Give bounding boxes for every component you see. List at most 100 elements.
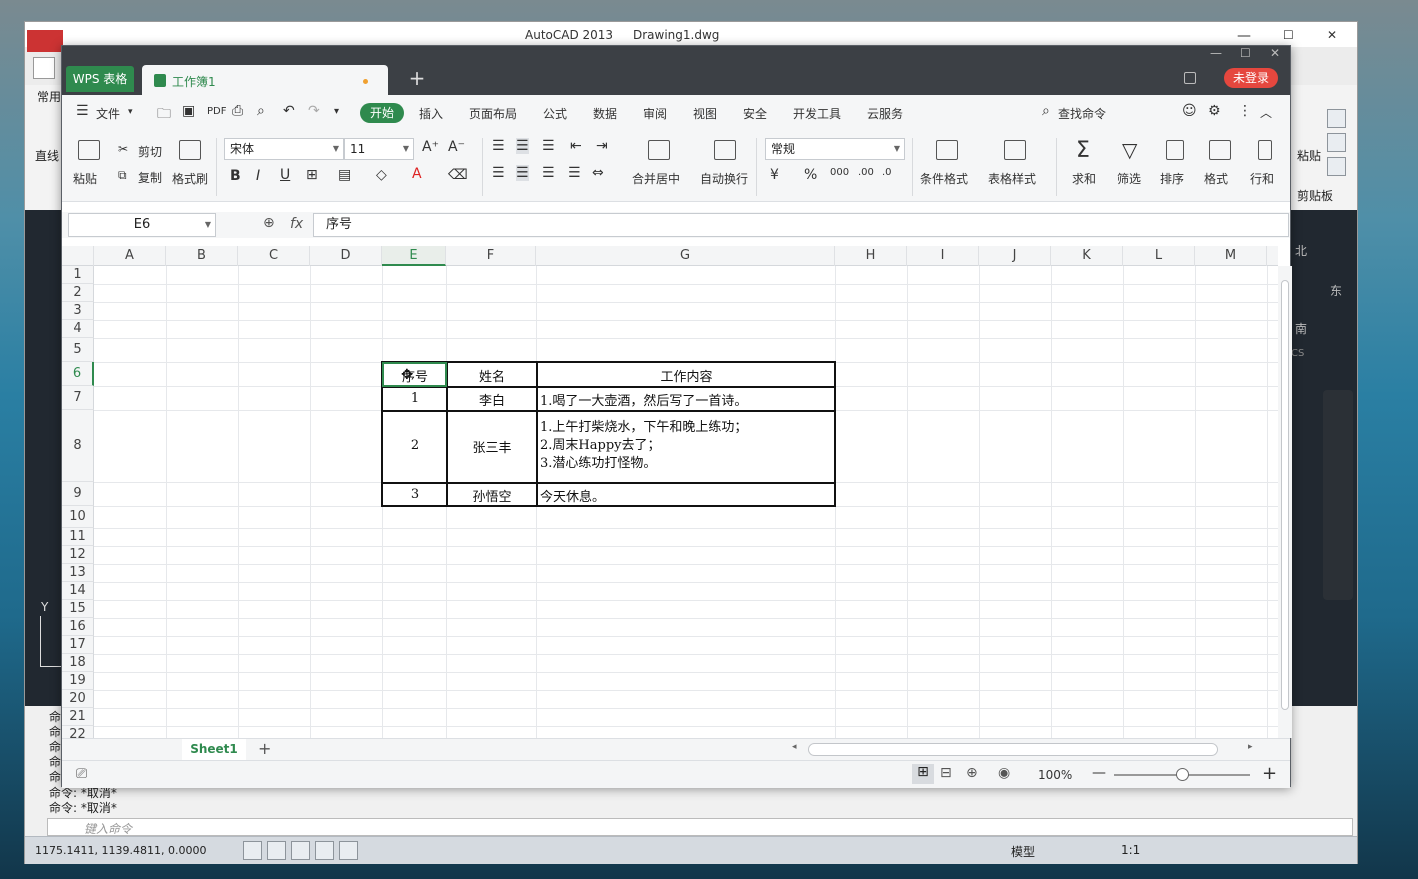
format-icon[interactable] — [1209, 140, 1231, 160]
page-break-view-icon[interactable]: ⊟ — [940, 765, 952, 781]
sum-icon[interactable]: Σ — [1076, 138, 1090, 163]
conditional-format-icon[interactable] — [936, 140, 958, 160]
zoom-level[interactable]: 100% — [1038, 768, 1072, 782]
paste-button[interactable]: 粘贴 — [73, 170, 97, 187]
menu-tab-home[interactable]: 开始 — [360, 103, 404, 123]
reading-layout-icon[interactable]: ⊕ — [966, 765, 978, 781]
menu-tab-view[interactable]: 视图 — [693, 105, 717, 122]
column-header[interactable]: L — [1123, 246, 1195, 266]
spreadsheet-grid[interactable]: A B C D E F G H I J K L M 1 2 3 4 5 6 7 … — [62, 246, 1278, 738]
increase-decimal-icon[interactable]: .00 — [858, 167, 874, 178]
sort-button[interactable]: 排序 — [1160, 170, 1184, 187]
fill-color-icon[interactable]: ◇ — [376, 167, 387, 183]
open-folder-icon[interactable]: 🗀 — [157, 103, 171, 127]
new-tab-button[interactable]: + — [406, 68, 428, 90]
column-header[interactable]: A — [94, 246, 166, 266]
undo-icon[interactable]: ↶ — [283, 103, 295, 119]
column-header[interactable]: H — [835, 246, 907, 266]
sum-button[interactable]: 求和 — [1072, 170, 1096, 187]
menu-tab-review[interactable]: 审阅 — [643, 105, 667, 122]
currency-icon[interactable]: ¥ — [770, 167, 779, 183]
scroll-right-icon[interactable]: ▸ — [1248, 742, 1253, 752]
wps-home-tab[interactable]: WPS 表格 — [66, 66, 134, 92]
macro-icon[interactable]: ⎚ — [76, 766, 87, 782]
menu-tab-developer[interactable]: 开发工具 — [793, 105, 841, 122]
row-header[interactable]: 1 — [62, 266, 94, 284]
print-icon[interactable]: ⎙ — [232, 103, 243, 119]
osnap-icon[interactable] — [339, 841, 358, 860]
row-header[interactable]: 4 — [62, 320, 94, 338]
table-cell[interactable]: 1 — [384, 391, 446, 409]
align-top-icon[interactable]: ☰ — [492, 138, 505, 154]
format-button[interactable]: 格式 — [1204, 170, 1228, 187]
menu-tab-formula[interactable]: 公式 — [543, 105, 567, 122]
font-size-select[interactable]: 11 ▼ — [344, 138, 414, 160]
border-icon[interactable]: ⊞ — [306, 167, 318, 183]
row-header[interactable]: 11 — [62, 528, 94, 546]
align-right-icon[interactable]: ☰ — [542, 165, 555, 181]
table-cell[interactable]: 今天休息。 — [540, 486, 835, 504]
row-header[interactable]: 14 — [62, 582, 94, 600]
decrease-font-icon[interactable]: A⁻ — [448, 139, 465, 155]
copy-icon[interactable]: ⧉ — [118, 168, 127, 183]
column-header[interactable]: D — [310, 246, 382, 266]
polar-icon[interactable] — [315, 841, 334, 860]
print-preview-icon[interactable]: ⌕ — [257, 103, 265, 119]
maximize-icon[interactable]: ☐ — [1283, 28, 1294, 42]
bold-icon[interactable]: B — [230, 168, 241, 184]
thousands-icon[interactable]: 000 — [830, 167, 849, 178]
fill-style-icon[interactable]: ▤ — [338, 167, 351, 183]
collapse-ribbon-icon[interactable]: ︿ — [1260, 104, 1272, 121]
cut-icon[interactable]: ✂ — [118, 142, 128, 156]
table-cell[interactable]: 1.喝了一大壶酒，然后写了一首诗。 — [540, 390, 835, 408]
column-header[interactable]: F — [446, 246, 536, 266]
zoom-out-icon[interactable]: — — [1092, 765, 1106, 781]
search-icon[interactable]: ⌕ — [1042, 103, 1050, 119]
table-cell[interactable]: 李白 — [448, 390, 536, 408]
column-header-selected[interactable]: E — [382, 246, 446, 266]
select-all-corner[interactable] — [62, 246, 94, 266]
command-input[interactable]: 键入命令 — [47, 818, 1353, 836]
match-icon[interactable] — [1327, 157, 1346, 176]
table-header-cell[interactable]: 工作内容 — [538, 366, 835, 386]
format-painter-button[interactable]: 格式刷 — [172, 170, 208, 187]
column-header[interactable]: I — [907, 246, 979, 266]
add-sheet-button[interactable]: + — [258, 739, 271, 758]
italic-icon[interactable]: I — [256, 168, 260, 184]
menu-file[interactable]: 文件 — [96, 105, 120, 122]
zoom-formula-icon[interactable]: ⊕ — [263, 215, 275, 231]
column-header[interactable]: G — [536, 246, 835, 266]
grid-icon[interactable] — [267, 841, 286, 860]
model-space-label[interactable]: 模型 — [1011, 843, 1035, 860]
table-style-button[interactable]: 表格样式 — [988, 170, 1036, 187]
clear-format-icon[interactable]: ⌫ — [448, 167, 468, 183]
font-color-icon[interactable]: A — [412, 166, 422, 182]
filter-button[interactable]: 筛选 — [1117, 170, 1141, 187]
name-box[interactable]: E6 ▼ — [68, 213, 216, 237]
decrease-decimal-icon[interactable]: .0 — [882, 167, 892, 178]
layout-icon[interactable] — [1184, 72, 1196, 84]
menu-tab-security[interactable]: 安全 — [743, 105, 767, 122]
row-header[interactable]: 17 — [62, 636, 94, 654]
menu-tab-cloud[interactable]: 云服务 — [867, 105, 903, 122]
ortho-icon[interactable] — [291, 841, 310, 860]
conditional-format-button[interactable]: 条件格式 — [920, 170, 968, 187]
row-header[interactable]: 12 — [62, 546, 94, 564]
export-pdf-icon[interactable]: PDF — [207, 106, 226, 117]
active-cell-selection[interactable] — [382, 362, 447, 387]
percent-icon[interactable]: % — [804, 167, 817, 183]
feedback-icon[interactable]: ☺ — [1182, 103, 1197, 119]
minimize-icon[interactable]: — — [1237, 28, 1251, 44]
format-painter-icon[interactable] — [179, 140, 201, 160]
name-box-dropdown-icon[interactable]: ▼ — [205, 214, 211, 236]
table-cell[interactable]: 2 — [384, 438, 446, 456]
paste-icon[interactable] — [78, 140, 100, 160]
copy-icon[interactable] — [1327, 133, 1346, 152]
redo-icon[interactable]: ↷ — [308, 103, 320, 119]
align-center-icon[interactable]: ☰ — [516, 165, 529, 181]
merge-center-icon[interactable] — [648, 140, 670, 160]
vertical-scrollbar[interactable] — [1278, 266, 1292, 738]
table-style-icon[interactable] — [1004, 140, 1026, 160]
row-header[interactable]: 15 — [62, 600, 94, 618]
menu-tab-page-layout[interactable]: 页面布局 — [469, 105, 517, 122]
